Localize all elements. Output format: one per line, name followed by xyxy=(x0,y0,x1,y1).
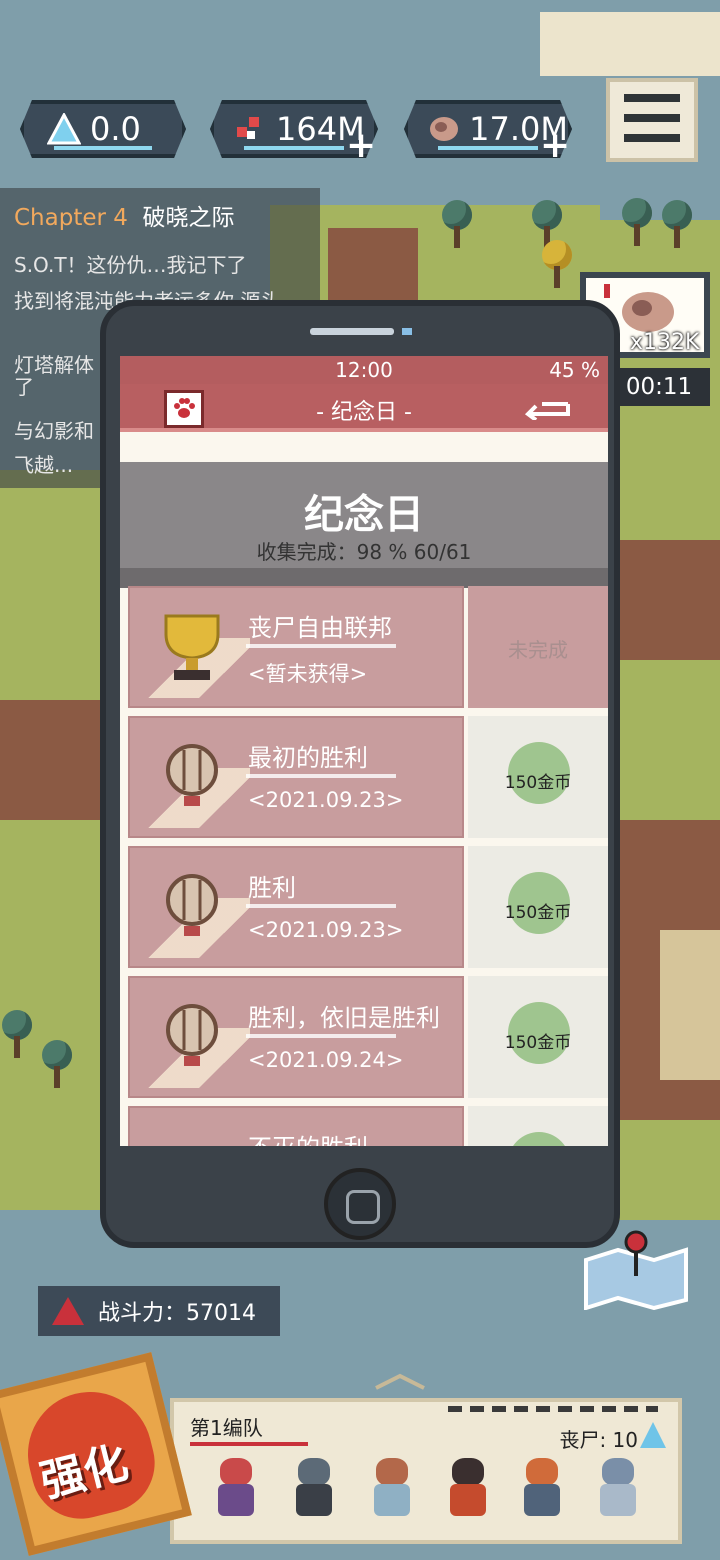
phone-screen: 12:00 45 % - 纪念日 - 纪念日 收集完成：98 % 60/61 丧… xyxy=(120,356,608,1146)
chapter-label: Chapter 4 xyxy=(14,205,128,231)
reward-label: 150金币 xyxy=(504,773,572,793)
crystal-counter[interactable]: 0.0 xyxy=(20,100,186,158)
team-name: 第1编队 xyxy=(190,1416,263,1440)
item-name: 丧尸自由联邦 xyxy=(248,614,392,642)
medal-icon xyxy=(166,1004,218,1066)
medal-icon xyxy=(166,744,218,806)
chapter-name: 破晓之际 xyxy=(142,205,235,231)
add-parts-button[interactable]: + xyxy=(346,128,376,164)
team-panel[interactable]: 第1编队 丧尸: 10 xyxy=(170,1398,682,1544)
status-bar: 12:00 45 % xyxy=(120,356,608,384)
phone-speaker xyxy=(310,328,394,335)
crystal-value: 0.0 xyxy=(90,110,141,148)
status-battery: 45 % xyxy=(549,358,600,382)
reward-label: 150金币 xyxy=(504,1033,572,1053)
phone-modal: 12:00 45 % - 纪念日 - 纪念日 收集完成：98 % 60/61 丧… xyxy=(100,300,620,1248)
parts-icon xyxy=(232,113,268,145)
quest-item: 与幻影和 xyxy=(14,419,94,443)
quest-item: 灯塔解体 了 xyxy=(14,353,94,399)
item-name: 胜利，依旧是胜利 xyxy=(248,1004,440,1032)
medal-icon xyxy=(166,874,218,936)
back-arrow-icon[interactable] xyxy=(522,400,572,420)
list-item[interactable]: 胜利 <2021.09.23> 150金币 xyxy=(128,846,608,968)
combat-power: 战斗力：57014 xyxy=(38,1286,280,1336)
list-item[interactable]: 不灭的胜利 xyxy=(128,1106,608,1146)
home-button[interactable] xyxy=(324,1168,396,1240)
item-date: <2021.09.23> xyxy=(248,918,404,942)
item-name: 胜利 xyxy=(248,874,296,902)
crystal-icon xyxy=(640,1422,666,1448)
team-unit[interactable] xyxy=(440,1454,496,1520)
collection-title: 纪念日 xyxy=(304,492,424,538)
collection-header: 纪念日 收集完成：98 % 60/61 xyxy=(120,456,608,588)
warning-icon xyxy=(52,1297,84,1325)
gold-trophy-icon xyxy=(164,614,220,680)
quest-item: S.O.T！这份仇…我记下了 xyxy=(14,253,247,277)
team-unit[interactable] xyxy=(364,1454,420,1520)
phone-camera xyxy=(402,328,412,335)
reward-count: x132K xyxy=(630,330,700,355)
item-date: <2021.09.23> xyxy=(248,788,404,812)
item-name: 不灭的胜利 xyxy=(248,1128,368,1146)
expand-chevron-icon[interactable] xyxy=(370,1372,430,1392)
team-unit[interactable] xyxy=(286,1454,342,1520)
combat-power-label: 战斗力：57014 xyxy=(98,1301,256,1326)
collection-progress: 收集完成：98 % 60/61 xyxy=(256,540,472,564)
list-item[interactable]: 胜利，依旧是胜利 <2021.09.24> 150金币 xyxy=(128,976,608,1098)
title-bar: - 纪念日 - xyxy=(120,384,608,432)
item-date: <2021.09.24> xyxy=(248,1048,404,1072)
coin-icon xyxy=(508,1132,570,1146)
paper-decoration xyxy=(540,12,720,76)
team-unit[interactable] xyxy=(514,1454,570,1520)
menu-button[interactable] xyxy=(606,78,698,162)
crystal-icon xyxy=(46,113,82,145)
item-date: <暂未获得> xyxy=(248,662,368,686)
zombie-count: 丧尸: 10 xyxy=(559,1428,638,1452)
list-item[interactable]: 丧尸自由联邦 <暂未获得> 未完成 xyxy=(128,586,608,708)
status-time: 12:00 xyxy=(335,358,393,382)
meat-icon xyxy=(426,113,461,145)
reward-label: 150金币 xyxy=(504,903,572,923)
reward-timer-value: 00:11 xyxy=(625,374,693,400)
add-meat-button[interactable]: + xyxy=(540,128,570,164)
team-unit[interactable] xyxy=(590,1454,646,1520)
chapter-heading: Chapter 4 破晓之际 xyxy=(14,198,235,232)
quest-item: 飞越... xyxy=(14,453,74,477)
list-item[interactable]: 最初的胜利 <2021.09.23> 150金币 xyxy=(128,716,608,838)
item-status: 未完成 xyxy=(508,638,568,662)
team-unit[interactable] xyxy=(208,1454,264,1520)
item-name: 最初的胜利 xyxy=(248,744,368,772)
